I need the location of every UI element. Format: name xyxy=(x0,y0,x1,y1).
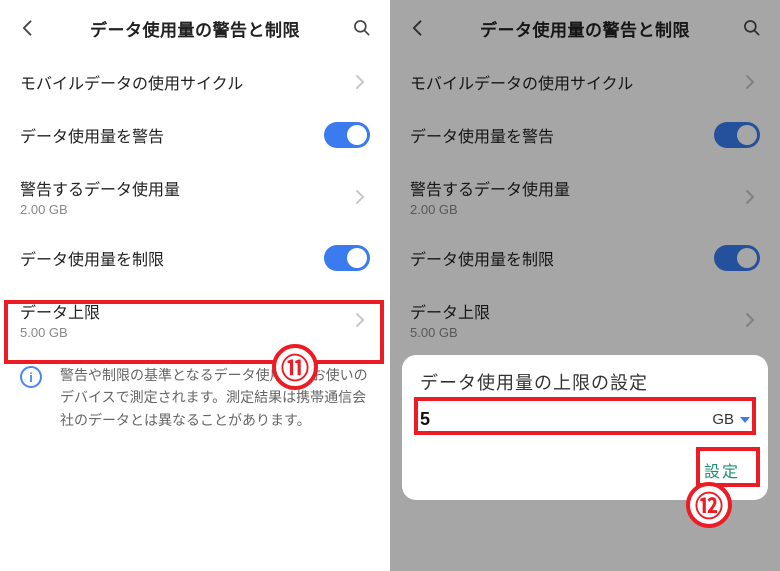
row-label: データ上限 xyxy=(20,299,350,323)
row-sublabel: 2.00 GB xyxy=(410,202,740,217)
search-button[interactable] xyxy=(344,10,380,46)
row-billing-cycle[interactable]: モバイルデータの使用サイクル xyxy=(0,56,390,108)
row-limit-toggle: データ使用量を制限 xyxy=(0,231,390,285)
back-button[interactable] xyxy=(10,10,46,46)
row-warn-amount[interactable]: 警告するデータ使用量 2.00 GB xyxy=(0,162,390,231)
row-label: データ使用量を制限 xyxy=(20,246,324,270)
row-sublabel: 2.00 GB xyxy=(20,202,350,217)
chevron-left-icon xyxy=(18,18,38,38)
dialog-title: データ使用量の上限の設定 xyxy=(420,369,750,395)
row-label: 警告するデータ使用量 xyxy=(410,176,740,200)
toggle-warn[interactable] xyxy=(324,122,370,148)
caret-down-icon xyxy=(740,417,750,423)
info-text: 警告や制限の基準となるデータ使用量はお使いのデバイスで測定されます。測定結果は携… xyxy=(60,364,370,431)
chevron-right-icon xyxy=(350,312,370,328)
search-button[interactable] xyxy=(734,10,770,46)
header: データ使用量の警告と制限 xyxy=(0,0,390,56)
toggle-limit[interactable] xyxy=(324,245,370,271)
row-sublabel: 5.00 GB xyxy=(410,325,740,340)
info-icon: i xyxy=(20,366,42,388)
search-icon xyxy=(742,18,762,38)
row-label: データ上限 xyxy=(410,299,740,323)
row-limit-toggle: データ使用量を制限 xyxy=(390,231,780,285)
chevron-right-icon xyxy=(740,189,760,205)
toggle-limit[interactable] xyxy=(714,245,760,271)
chevron-right-icon xyxy=(350,74,370,90)
screen-left: データ使用量の警告と制限 モバイルデータの使用サイクル データ使用量を警告 警告… xyxy=(0,0,390,571)
row-data-cap[interactable]: データ上限 5.00 GB xyxy=(390,285,780,354)
chevron-right-icon xyxy=(350,189,370,205)
data-limit-dialog: データ使用量の上限の設定 GB 設定 xyxy=(402,355,768,500)
row-label: 警告するデータ使用量 xyxy=(20,176,350,200)
toggle-warn[interactable] xyxy=(714,122,760,148)
unit-label: GB xyxy=(712,411,734,428)
row-billing-cycle[interactable]: モバイルデータの使用サイクル xyxy=(390,56,780,108)
page-title: データ使用量の警告と制限 xyxy=(436,16,734,41)
row-data-cap[interactable]: データ上限 5.00 GB xyxy=(0,285,390,354)
row-label: データ使用量を制限 xyxy=(410,246,714,270)
row-label: データ使用量を警告 xyxy=(410,123,714,147)
dialog-input-row: GB xyxy=(420,409,750,434)
row-warn-toggle: データ使用量を警告 xyxy=(390,108,780,162)
chevron-right-icon xyxy=(740,74,760,90)
screen-right: データ使用量の警告と制限 モバイルデータの使用サイクル データ使用量を警告 警告… xyxy=(390,0,780,571)
step-badge-11: ⑪ xyxy=(272,344,318,390)
row-label: データ使用量を警告 xyxy=(20,123,324,147)
chevron-left-icon xyxy=(408,18,428,38)
row-warn-toggle: データ使用量を警告 xyxy=(0,108,390,162)
page-title: データ使用量の警告と制限 xyxy=(46,16,344,41)
limit-value-input[interactable] xyxy=(420,409,702,430)
header: データ使用量の警告と制限 xyxy=(390,0,780,56)
chevron-right-icon xyxy=(740,312,760,328)
row-label: モバイルデータの使用サイクル xyxy=(410,70,740,94)
info-note: i 警告や制限の基準となるデータ使用量はお使いのデバイスで測定されます。測定結果… xyxy=(0,354,390,441)
row-warn-amount[interactable]: 警告するデータ使用量 2.00 GB xyxy=(390,162,780,231)
back-button[interactable] xyxy=(400,10,436,46)
step-badge-12: ⑫ xyxy=(686,482,732,528)
search-icon xyxy=(352,18,372,38)
unit-select[interactable]: GB xyxy=(712,411,750,430)
row-sublabel: 5.00 GB xyxy=(20,325,350,340)
row-label: モバイルデータの使用サイクル xyxy=(20,70,350,94)
